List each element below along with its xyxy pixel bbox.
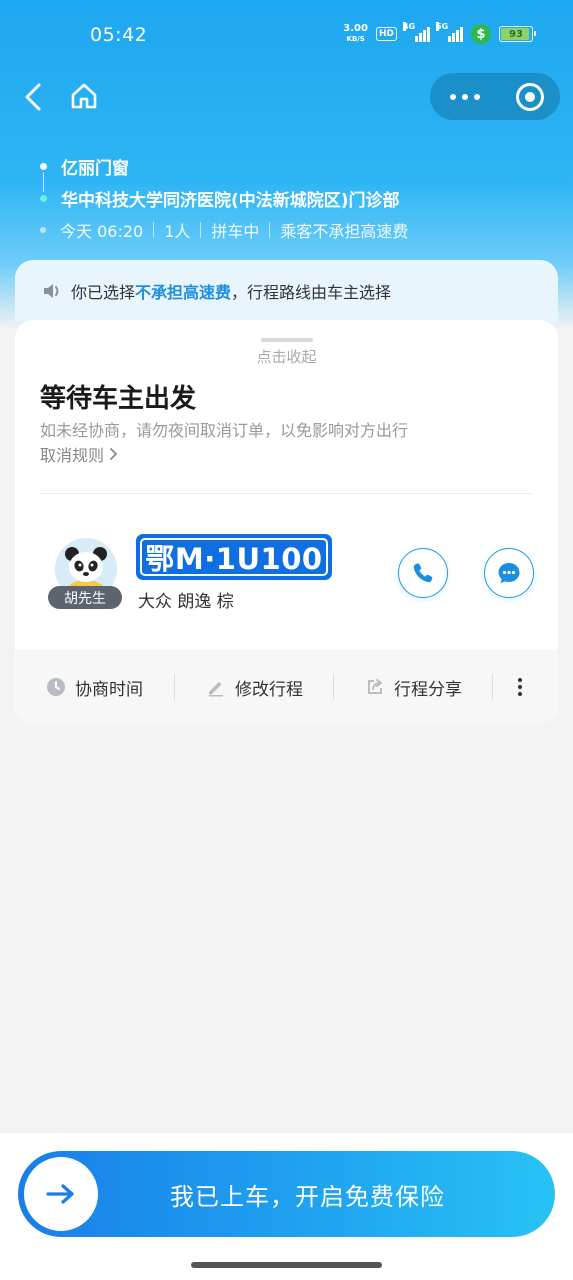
route-destination: 华中科技大学同济医院(中法新城院区)门诊部 [40,182,408,214]
back-arrow-icon [25,83,41,111]
toll-notice-bar: 你已选择 不承担高速费 ，行程路线由车主选择 [15,260,558,322]
trip-status-card: 点击收起 等待车主出发 如未经协商，请勿夜间取消订单，以免影响对方出行 取消规则… [15,320,558,724]
collapse-toggle[interactable]: 点击收起 [15,346,558,367]
network-speed-value: 3.00 [343,23,368,34]
chat-bubble-icon [498,563,520,583]
signal-4g-icon: 4G [403,22,430,42]
back-button[interactable] [16,80,50,114]
car-model: 大众 朗逸 棕 [138,592,234,612]
notice-prefix: 你已选择 [71,283,136,302]
departure-time: 今天 06:20 [60,222,144,241]
route-summary: 亿丽门窗 华中科技大学同济医院(中法新城院区)门诊部 今天 06:20 1人 拼… [40,150,408,242]
cta-label: 我已上车，开启免费保险 [170,1182,445,1211]
destination-text: 华中科技大学同济医院(中法新城院区)门诊部 [61,190,400,211]
share-icon [364,676,386,698]
share-trip-button[interactable]: 行程分享 [364,675,462,700]
arrow-right-icon [46,1184,74,1204]
negotiate-time-label: 协商时间 [75,679,143,700]
cancel-rules-link[interactable]: 取消规则 [40,442,120,466]
network-speed-unit: KB/S [346,35,365,43]
clock-icon [45,676,67,698]
chevron-right-icon [110,448,118,460]
signal-5g-icon: 5G [436,22,463,42]
target-icon [516,82,544,111]
bottom-action-bar: 我已上车，开启免费保险 [0,1133,573,1280]
edit-icon [205,676,227,698]
card-subtitle: 如未经协商，请勿夜间取消订单，以免影响对方出行 [40,421,409,440]
call-driver-button[interactable] [398,548,448,598]
battery-icon: 93 [499,26,536,42]
more-actions-button[interactable] [505,672,535,702]
notice-highlight: 不承担高速费 [135,283,232,302]
speaker-icon [41,281,63,301]
message-driver-button[interactable] [484,548,534,598]
battery-level: 93 [509,28,523,40]
signal-4g-label: 4G [403,22,416,31]
driver-name-badge: 胡先生 [48,586,122,609]
card-title: 等待车主出发 [40,384,197,414]
cancel-rules-label: 取消规则 [40,446,105,465]
notice-suffix: ，行程路线由车主选择 [231,283,392,302]
home-button[interactable] [66,78,102,114]
drag-handle[interactable] [261,338,313,342]
license-plate-text: 鄂M·1U100 [140,538,328,576]
signal-5g-label: 5G [436,22,449,31]
trip-status: 拼车中 [211,222,260,241]
edit-trip-label: 修改行程 [235,679,303,700]
edit-trip-button[interactable]: 修改行程 [205,675,303,700]
hd-badge: HD [375,27,397,41]
route-connector [43,172,44,192]
origin-text: 亿丽门窗 [61,158,129,179]
toll-note: 乘客不承担高速费 [280,222,409,241]
status-time: 05:42 [90,24,148,46]
boarded-confirm-button[interactable]: 我已上车，开启免费保险 [18,1151,555,1237]
network-speed: 3.00 KB/S [343,24,368,44]
share-trip-label: 行程分享 [394,679,462,700]
origin-dot-icon [40,162,47,170]
home-indicator[interactable] [191,1262,382,1268]
status-bar: 05:42 3.00 KB/S HD 4G 5G $ 93 [0,0,573,70]
money-app-icon: $ [471,24,491,44]
route-meta: 今天 06:20 1人 拼车中 乘客不承担高速费 [40,218,408,242]
passenger-count: 1人 [164,222,191,241]
close-mini-program-button[interactable] [500,73,560,120]
home-icon [71,83,97,109]
negotiate-time-button[interactable]: 协商时间 [45,675,143,700]
status-indicators: 3.00 KB/S HD 4G 5G $ 93 [343,22,536,44]
more-menu-button[interactable] [430,73,500,120]
phone-icon [413,563,433,583]
destination-dot-icon [40,194,47,202]
cta-arrow-circle [24,1157,98,1231]
meta-dot-icon [40,227,46,233]
route-origin: 亿丽门窗 [40,150,408,182]
trip-actions-bar: 协商时间 修改行程 行程分享 [15,650,558,724]
license-plate: 鄂M·1U100 [136,534,332,580]
divider [40,493,533,494]
mini-program-capsule [430,73,560,120]
